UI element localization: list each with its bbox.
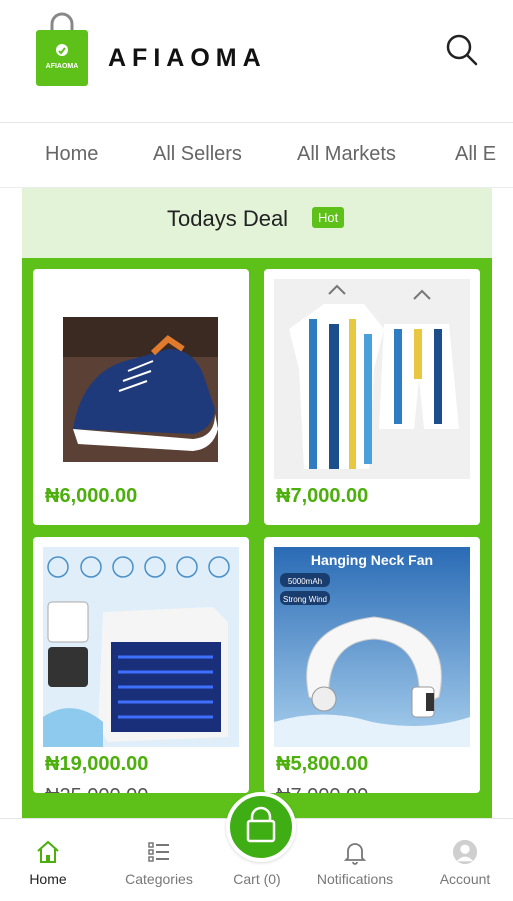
image-headline: Hanging Neck Fan [311, 552, 433, 568]
tab-label: Notifications [316, 871, 394, 887]
shopping-bag-logo-icon[interactable]: AFIAOMA [34, 12, 90, 86]
product-card[interactable]: ₦6,000.00 [33, 269, 249, 525]
home-icon [37, 840, 59, 863]
product-price: ₦7,000.00 [276, 485, 369, 507]
bottom-tab-home[interactable]: Home [20, 839, 76, 887]
list-icon [148, 842, 169, 862]
bottom-tab-categories[interactable]: Categories [118, 839, 200, 887]
nav-all-sellers[interactable]: All Sellers [153, 143, 242, 166]
product-old-price: ₦7,000.00 [276, 785, 368, 793]
deal-title: Todays Deal [167, 206, 289, 231]
product-price: ₦6,000.00 [45, 485, 138, 507]
bell-icon [343, 843, 367, 865]
search-icon[interactable] [442, 30, 482, 70]
tab-label: Account [439, 871, 491, 887]
product-price: ₦19,000.00 [45, 753, 149, 775]
image-badge-1: 5000mAh [288, 577, 322, 586]
product-old-price: ₦25,000.00 [45, 785, 148, 793]
brand-name: AFIAOMA [108, 44, 267, 72]
nav-all-markets[interactable]: All Markets [297, 143, 396, 166]
tab-label: Home [29, 871, 67, 887]
air-cooler-image [43, 547, 239, 747]
cart-button[interactable] [226, 792, 296, 862]
app-header: AFIAOMA AFIAOMA [0, 0, 513, 120]
shoe-image [63, 317, 218, 462]
neck-fan-image: Hanging Neck Fan 5000mAh Strong Wind [274, 547, 470, 747]
nav-home[interactable]: Home [45, 143, 98, 166]
avatar-icon [452, 839, 478, 865]
bottom-tab-notifications[interactable]: Notifications [306, 839, 404, 887]
bottom-tab-account[interactable]: Account [434, 839, 496, 887]
hot-badge: Hot [312, 207, 345, 228]
image-badge-2: Strong Wind [283, 595, 327, 604]
product-card[interactable]: ₦7,000.00 [264, 269, 480, 525]
shirt-image [274, 279, 470, 479]
shopping-bag-icon [246, 806, 276, 843]
tab-label: Categories [125, 871, 193, 887]
nav-all-e[interactable]: All E [455, 143, 496, 166]
cart-label: Cart (0) [233, 871, 281, 887]
bag-lettering: AFIAOMA [46, 63, 79, 70]
todays-deal-section: Todays Deal Hot ₦6,000.00 ₦7,000.00 ₦19,… [22, 188, 492, 818]
product-card[interactable]: Hanging Neck Fan 5000mAh Strong Wind ₦5,… [264, 537, 480, 793]
deal-header: Todays Deal Hot [22, 188, 492, 258]
top-nav: Home All Sellers All Markets All E [0, 122, 513, 188]
product-price: ₦5,800.00 [276, 753, 369, 775]
product-card[interactable]: ₦19,000.00 ₦25,000.00 [33, 537, 249, 793]
